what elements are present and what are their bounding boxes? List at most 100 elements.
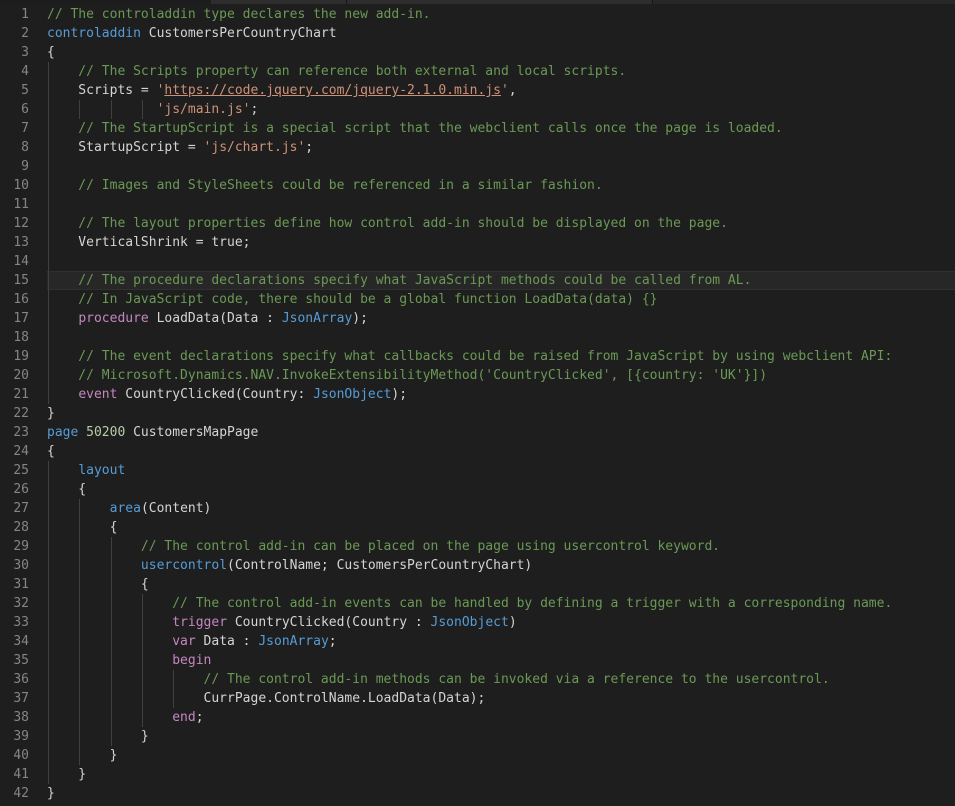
code-line-content[interactable]: CurrPage.ControlName.LoadData(Data); <box>47 689 955 708</box>
code-line-34[interactable]: 34 var Data : JsonArray; <box>0 632 955 651</box>
code-line-content[interactable]: begin <box>47 651 955 670</box>
line-number[interactable]: 17 <box>0 309 29 328</box>
line-number[interactable]: 29 <box>0 537 29 556</box>
code-line-6[interactable]: 6 'js/main.js'; <box>0 100 955 119</box>
line-number[interactable]: 32 <box>0 594 29 613</box>
line-number[interactable]: 19 <box>0 347 29 366</box>
line-number[interactable]: 11 <box>0 195 29 214</box>
line-number[interactable]: 25 <box>0 461 29 480</box>
line-number[interactable]: 10 <box>0 176 29 195</box>
line-number[interactable]: 34 <box>0 632 29 651</box>
code-line-content[interactable]: var Data : JsonArray; <box>47 632 955 651</box>
code-line-content[interactable]: // The control add-in can be placed on t… <box>47 537 955 556</box>
code-line-content[interactable]: Scripts = 'https://code.jquery.com/jquer… <box>47 81 955 100</box>
code-line-content[interactable]: // The StartupScript is a special script… <box>47 119 955 138</box>
code-line-content[interactable] <box>47 195 955 214</box>
code-line-36[interactable]: 36 // The control add-in methods can be … <box>0 670 955 689</box>
code-line-2[interactable]: 2 controladdin CustomersPerCountryChart <box>0 24 955 43</box>
line-number[interactable]: 41 <box>0 765 29 784</box>
code-line-content[interactable]: VerticalShrink = true; <box>47 233 955 252</box>
code-line-content[interactable]: } <box>47 404 955 423</box>
code-line-13[interactable]: 13 VerticalShrink = true; <box>0 233 955 252</box>
code-line-content[interactable]: // The event declarations specify what c… <box>47 347 955 366</box>
code-line-11[interactable]: 11 <box>0 195 955 214</box>
code-line-35[interactable]: 35 begin <box>0 651 955 670</box>
line-number[interactable]: 4 <box>0 62 29 81</box>
code-line-content[interactable]: // In JavaScript code, there should be a… <box>47 290 955 309</box>
line-number[interactable]: 26 <box>0 480 29 499</box>
code-line-41[interactable]: 41 } <box>0 765 955 784</box>
code-line-23[interactable]: 23page 50200 CustomersMapPage <box>0 423 955 442</box>
code-line-15[interactable]: 15 // The procedure declarations specify… <box>0 271 955 290</box>
line-number[interactable]: 42 <box>0 784 29 803</box>
code-line-32[interactable]: 32 // The control add-in events can be h… <box>0 594 955 613</box>
line-number[interactable]: 36 <box>0 670 29 689</box>
code-line-27[interactable]: 27 area(Content) <box>0 499 955 518</box>
line-number[interactable]: 13 <box>0 233 29 252</box>
code-line-content[interactable]: // The control add-in events can be hand… <box>47 594 955 613</box>
code-line-content[interactable]: { <box>47 43 955 62</box>
code-line-content[interactable]: { <box>47 442 955 461</box>
code-line-40[interactable]: 40 } <box>0 746 955 765</box>
code-line-content[interactable]: // The controladdin type declares the ne… <box>47 5 955 24</box>
line-number[interactable]: 39 <box>0 727 29 746</box>
line-number[interactable]: 16 <box>0 290 29 309</box>
code-line-24[interactable]: 24{ <box>0 442 955 461</box>
code-line-content[interactable]: } <box>47 765 955 784</box>
code-line-26[interactable]: 26 { <box>0 480 955 499</box>
line-number[interactable]: 9 <box>0 157 29 176</box>
line-number[interactable]: 28 <box>0 518 29 537</box>
code-line-17[interactable]: 17 procedure LoadData(Data : JsonArray); <box>0 309 955 328</box>
code-line-20[interactable]: 20 // Microsoft.Dynamics.NAV.InvokeExten… <box>0 366 955 385</box>
line-number[interactable]: 35 <box>0 651 29 670</box>
line-number[interactable]: 7 <box>0 119 29 138</box>
code-line-content[interactable]: // The procedure declarations specify wh… <box>47 271 955 290</box>
code-line-content[interactable]: event CountryClicked(Country: JsonObject… <box>47 385 955 404</box>
code-line-33[interactable]: 33 trigger CountryClicked(Country : Json… <box>0 613 955 632</box>
code-line-content[interactable]: usercontrol(ControlName; CustomersPerCou… <box>47 556 955 575</box>
code-editor[interactable]: 1 // The controladdin type declares the n… <box>0 4 955 806</box>
code-line-21[interactable]: 21 event CountryClicked(Country: JsonObj… <box>0 385 955 404</box>
code-line-19[interactable]: 19 // The event declarations specify wha… <box>0 347 955 366</box>
line-number[interactable]: 12 <box>0 214 29 233</box>
line-number[interactable]: 22 <box>0 404 29 423</box>
code-line-22[interactable]: 22} <box>0 404 955 423</box>
line-number[interactable]: 37 <box>0 689 29 708</box>
code-line-content[interactable]: // Images and StyleSheets could be refer… <box>47 176 955 195</box>
line-number[interactable]: 31 <box>0 575 29 594</box>
code-line-16[interactable]: 16 // In JavaScript code, there should b… <box>0 290 955 309</box>
line-number[interactable]: 5 <box>0 81 29 100</box>
line-number[interactable]: 20 <box>0 366 29 385</box>
code-line-39[interactable]: 39 } <box>0 727 955 746</box>
line-number[interactable]: 1 <box>0 5 29 24</box>
code-line-content[interactable]: controladdin CustomersPerCountryChart <box>47 24 955 43</box>
line-number[interactable]: 18 <box>0 328 29 347</box>
line-number[interactable]: 2 <box>0 24 29 43</box>
code-line-content[interactable]: { <box>47 575 955 594</box>
code-line-31[interactable]: 31 { <box>0 575 955 594</box>
code-line-14[interactable]: 14 <box>0 252 955 271</box>
line-number[interactable]: 38 <box>0 708 29 727</box>
code-line-content[interactable] <box>47 157 955 176</box>
code-line-18[interactable]: 18 <box>0 328 955 347</box>
code-line-1[interactable]: 1 // The controladdin type declares the n… <box>0 5 955 24</box>
code-line-content[interactable]: StartupScript = 'js/chart.js'; <box>47 138 955 157</box>
code-line-9[interactable]: 9 <box>0 157 955 176</box>
code-line-content[interactable] <box>47 252 955 271</box>
code-line-content[interactable]: area(Content) <box>47 499 955 518</box>
code-line-content[interactable]: { <box>47 480 955 499</box>
code-line-29[interactable]: 29 // The control add-in can be placed o… <box>0 537 955 556</box>
code-line-3[interactable]: 3{ <box>0 43 955 62</box>
code-line-25[interactable]: 25 layout <box>0 461 955 480</box>
line-number[interactable]: 3 <box>0 43 29 62</box>
line-number[interactable]: 6 <box>0 100 29 119</box>
code-line-content[interactable]: // The Scripts property can reference bo… <box>47 62 955 81</box>
code-line-content[interactable]: } <box>47 727 955 746</box>
code-line-content[interactable]: { <box>47 518 955 537</box>
code-line-content[interactable]: // Microsoft.Dynamics.NAV.InvokeExtensib… <box>47 366 955 385</box>
code-line-content[interactable]: // The layout properties define how cont… <box>47 214 955 233</box>
code-line-4[interactable]: 4 // The Scripts property can reference … <box>0 62 955 81</box>
code-line-42[interactable]: 42} <box>0 784 955 803</box>
code-line-10[interactable]: 10 // Images and StyleSheets could be re… <box>0 176 955 195</box>
code-line-content[interactable]: page 50200 CustomersMapPage <box>47 423 955 442</box>
